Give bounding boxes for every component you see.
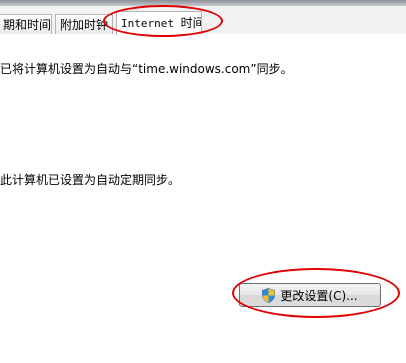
- internet-time-panel: 已将计算机设置为自动与“time.windows.com”同步。 此计算机已设置…: [0, 34, 406, 363]
- tab-date-and-time[interactable]: 期和时间: [0, 14, 52, 34]
- auto-sync-info-text: 此计算机已设置为自动定期同步。: [0, 173, 181, 187]
- tab-additional-clocks-label: 附加时钟: [60, 18, 109, 32]
- tab-additional-clocks[interactable]: 附加时钟: [55, 14, 113, 34]
- change-settings-label: 更改设置(C)...: [280, 288, 358, 303]
- tab-date-and-time-label: 期和时间: [3, 18, 52, 32]
- tab-internet-time-label-latin: Internet: [121, 17, 174, 30]
- change-settings-button[interactable]: 更改设置(C)...: [239, 283, 381, 307]
- tab-internet-time-label-cjk: 时间: [180, 16, 201, 30]
- tab-internet-time[interactable]: Internet 时间: [116, 11, 202, 35]
- sync-status-text: 已将计算机设置为自动与“time.windows.com”同步。: [0, 62, 293, 76]
- uac-shield-icon: [262, 287, 276, 303]
- tab-bar: 期和时间 附加时钟 Internet 时间: [0, 6, 406, 35]
